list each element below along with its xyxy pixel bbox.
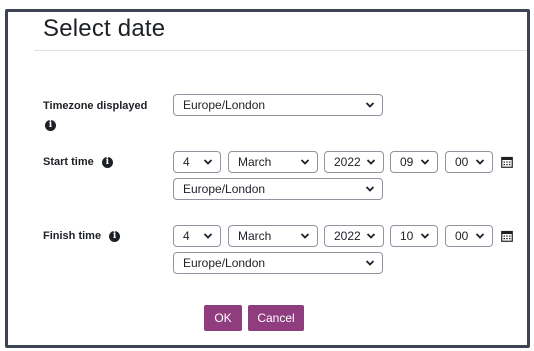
cancel-button[interactable]: Cancel [248,305,304,331]
start-timezone-value: Europe/London [183,182,266,196]
finish-month-select[interactable]: March [228,225,318,247]
finish-year-value: 2022 [334,229,361,243]
chevron-down-icon [365,186,375,192]
start-day-value: 4 [183,155,190,169]
start-hour-value: 09 [400,155,414,169]
start-minute-select[interactable]: 00 [445,151,493,173]
chevron-down-icon [420,159,430,165]
start-year-value: 2022 [334,155,361,169]
date-dialog: Select date Timezone displayed i Europe/… [5,9,530,348]
finish-label-group: Finish time i [43,230,121,242]
info-icon[interactable]: i [109,230,121,242]
start-month-select[interactable]: March [228,151,318,173]
chevron-down-icon [365,260,375,266]
start-timezone-select[interactable]: Europe/London [173,178,383,200]
timezone-select[interactable]: Europe/London [173,94,383,116]
chevron-down-icon [420,233,430,239]
finish-minute-select[interactable]: 00 [445,225,493,247]
chevron-down-icon [203,233,213,239]
chevron-down-icon [300,233,310,239]
start-month-value: March [238,155,272,169]
start-label-group: Start time i [43,156,113,168]
finish-time-label: Finish time [43,230,102,242]
start-time-label: Start time [43,156,94,168]
chevron-down-icon [475,159,485,165]
finish-timezone-select[interactable]: Europe/London [173,252,383,274]
chevron-down-icon [366,159,376,165]
start-hour-select[interactable]: 09 [390,151,438,173]
finish-month-value: March [238,229,272,243]
finish-timezone-value: Europe/London [183,256,266,270]
start-minute-value: 00 [455,155,469,169]
chevron-down-icon [366,233,376,239]
start-day-select[interactable]: 4 [173,151,221,173]
info-icon[interactable]: i [45,120,56,132]
timezone-info-wrap[interactable]: i [45,117,56,135]
calendar-icon[interactable] [501,156,513,168]
finish-hour-select[interactable]: 10 [390,225,438,247]
finish-hour-value: 10 [400,229,414,243]
timezone-select-value: Europe/London [183,98,266,112]
title-divider [34,50,527,51]
start-year-select[interactable]: 2022 [324,151,384,173]
calendar-icon[interactable] [501,230,513,242]
chevron-down-icon [365,102,375,108]
timezone-label: Timezone displayed [43,100,148,112]
finish-day-select[interactable]: 4 [173,225,221,247]
chevron-down-icon [300,159,310,165]
chevron-down-icon [475,233,485,239]
chevron-down-icon [203,159,213,165]
info-icon[interactable]: i [101,156,113,168]
ok-button[interactable]: OK [204,305,242,331]
finish-day-value: 4 [183,229,190,243]
timezone-label-group: Timezone displayed [43,100,147,112]
finish-year-select[interactable]: 2022 [324,225,384,247]
finish-minute-value: 00 [455,229,469,243]
dialog-title: Select date [43,15,166,42]
